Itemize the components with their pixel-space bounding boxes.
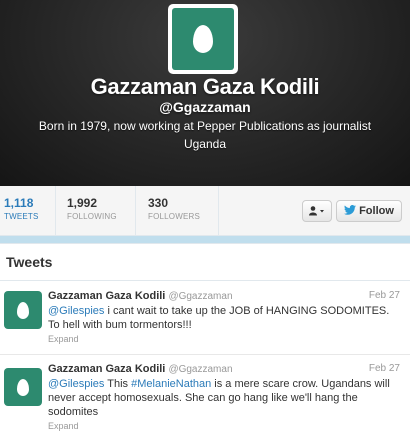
stat-label: FOLLOWING [67, 212, 117, 221]
profile-handle[interactable]: @Ggazzaman [0, 99, 410, 115]
mention-link[interactable]: @Gilespies [48, 305, 104, 317]
stat-divider [135, 186, 136, 236]
stat-divider [55, 186, 56, 236]
tweets-heading: Tweets [6, 254, 53, 270]
profile-name: Gazzaman Gaza Kodili [90, 74, 320, 99]
mention-link[interactable]: @Gilespies [48, 378, 104, 390]
profile-avatar[interactable] [168, 4, 238, 74]
stat-value: 1,992 [67, 196, 98, 210]
tweet-author[interactable]: Gazzaman Gaza Kodili [48, 290, 165, 302]
profile-location: Uganda [183, 137, 227, 151]
egg-icon [17, 301, 29, 319]
egg-icon [193, 25, 213, 53]
follow-button[interactable]: Follow [336, 200, 402, 222]
stat-followers[interactable]: 330 FOLLOWERS [148, 196, 200, 221]
tweet-date[interactable]: Feb 27 [369, 289, 400, 303]
profile-bio: Born in 1979, now working at Pepper Publ… [10, 117, 400, 153]
tweet-body: Gazzaman Gaza Kodili @Ggazzaman Feb 27 @… [48, 362, 400, 433]
tweet-text: @Gilespies i cant wait to take up the JO… [48, 304, 400, 332]
tweet-handle[interactable]: @Ggazzaman [168, 291, 232, 302]
user-actions-dropdown[interactable] [302, 200, 332, 222]
stat-following[interactable]: 1,992 FOLLOWING [67, 196, 117, 221]
tweet-date[interactable]: Feb 27 [369, 362, 400, 376]
tweet-body: Gazzaman Gaza Kodili @Ggazzaman Feb 27 @… [48, 289, 400, 346]
stat-label: FOLLOWERS [148, 212, 201, 221]
expand-link[interactable]: Expand [48, 419, 400, 433]
follow-label: Follow [359, 205, 394, 217]
tweet-avatar[interactable] [4, 291, 42, 329]
stats-bar: 1,118 TWEETS 1,992 FOLLOWING 330 FOLLOWE… [0, 186, 410, 236]
stat-divider [218, 186, 219, 236]
divider [0, 280, 410, 281]
expand-link[interactable]: Expand [48, 332, 400, 346]
stat-tweets[interactable]: 1,118 TWEETS [4, 196, 39, 221]
bio-text: Born in 1979, now working at Pepper Publ… [38, 119, 372, 133]
stat-value: 330 [148, 196, 169, 210]
tweet-text-content: This [104, 378, 132, 390]
twitter-bird-icon [344, 204, 357, 218]
stat-label: TWEETS [4, 212, 39, 221]
default-egg-avatar [172, 8, 234, 70]
tweet-handle[interactable]: @Ggazzaman [168, 364, 232, 375]
egg-icon [17, 378, 29, 396]
hashtag-link[interactable]: #MelanieNathan [131, 378, 211, 390]
tweet-avatar[interactable] [4, 368, 42, 406]
user-icon [309, 206, 324, 216]
tweet-author[interactable]: Gazzaman Gaza Kodili [48, 363, 165, 375]
profile-header: Gazzaman Gaza Kodili @Ggazzaman Born in … [0, 0, 410, 186]
stat-value: 1,118 [4, 196, 34, 210]
tweet-text: @Gilespies This #MelanieNathan is a mere… [48, 377, 400, 419]
tweets-panel: Tweets Gazzaman Gaza Kodili @Ggazzaman F… [0, 243, 410, 439]
tweet-divider [0, 354, 410, 355]
